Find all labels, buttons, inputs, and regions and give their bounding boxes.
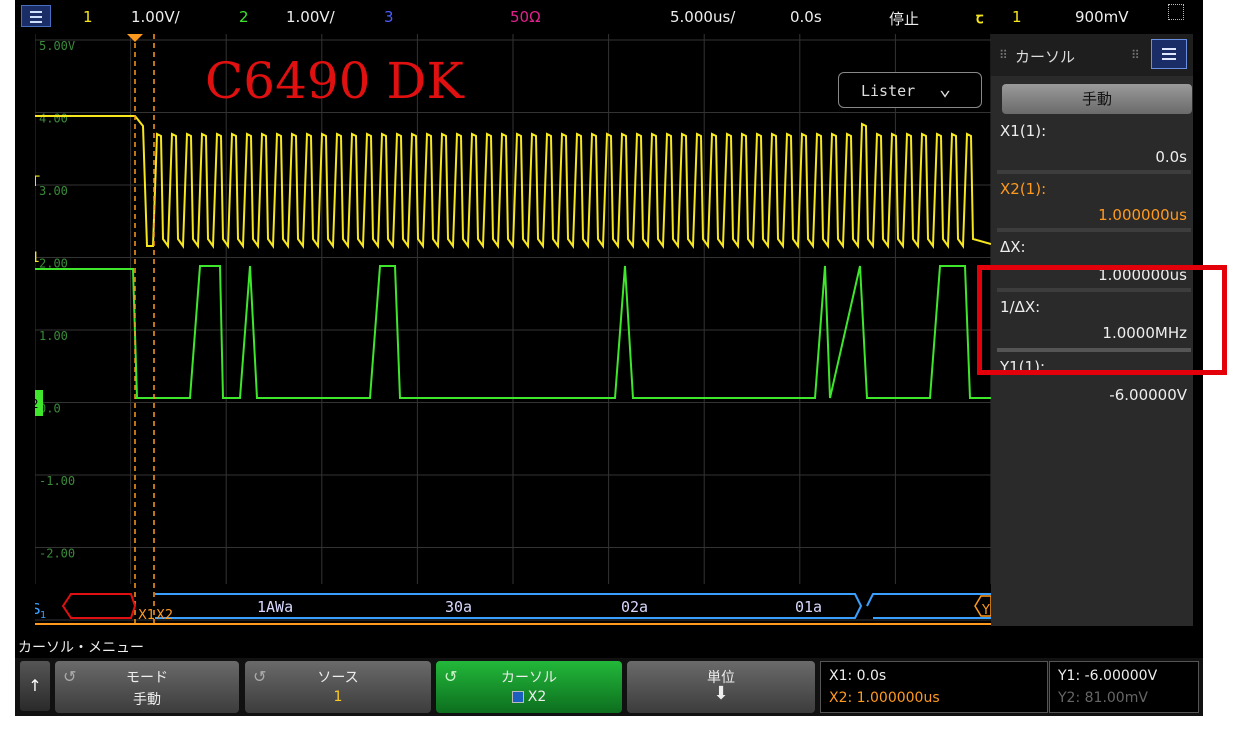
drag-grip-icon[interactable]: ⠿ bbox=[999, 48, 1008, 62]
mode-softkey-value: 手動 bbox=[133, 692, 161, 708]
y-axis-label: -2.00 bbox=[39, 547, 75, 561]
ch1-number[interactable]: 1 bbox=[83, 8, 93, 26]
serial-bus-marker-sub: 1 bbox=[40, 610, 46, 621]
lister-label: Lister bbox=[861, 82, 916, 100]
separator bbox=[997, 228, 1191, 232]
y-axis-label: 5.00V bbox=[39, 39, 75, 53]
ch1-ground-marker: 1 bbox=[35, 250, 40, 266]
y-axis-label: 3.00 bbox=[39, 184, 68, 198]
status-bar: 1 1.00V/ 2 1.00V/ 3 50Ω 5.000us/ 0.0s 停止… bbox=[15, 0, 1203, 34]
x2-value: 1.000000us bbox=[1098, 206, 1187, 224]
cursor-softkey-value: X2 bbox=[527, 689, 547, 705]
units-softkey[interactable]: 単位 ⬇ bbox=[627, 661, 815, 713]
bus-frame-error bbox=[61, 593, 137, 619]
ch2-ground-marker-label: 2 bbox=[35, 397, 39, 411]
separator bbox=[997, 170, 1191, 174]
menu-title-bar: カーソル・メニュー bbox=[15, 636, 1203, 658]
source-softkey-title: ソース bbox=[317, 670, 359, 686]
trigger-source[interactable]: 1 bbox=[1012, 8, 1022, 26]
mode-softkey[interactable]: ↺ モード 手動 bbox=[55, 661, 239, 713]
down-arrow-icon: ⬇ bbox=[713, 683, 729, 704]
cursor-softkey[interactable]: ↺ カーソル X2 bbox=[436, 661, 622, 713]
waveform-graticule: 5.00V4.003.002.001.000.0-1.00-2.00C6490 … bbox=[35, 34, 991, 626]
ch2-scale[interactable]: 1.00V/ bbox=[286, 8, 335, 26]
x2-readout: X2: 1.000000us bbox=[829, 690, 940, 706]
time-delay[interactable]: 0.0s bbox=[790, 8, 822, 26]
zoom-select-icon[interactable] bbox=[1168, 4, 1184, 20]
delta-x-label: ΔX: bbox=[1000, 238, 1026, 256]
impedance-label: 50Ω bbox=[510, 8, 541, 26]
highlight-box bbox=[977, 265, 1227, 375]
timebase-scale[interactable]: 5.000us/ bbox=[670, 8, 735, 26]
bus-value-label: 1AWa bbox=[257, 598, 293, 616]
menu-title: カーソル・メニュー bbox=[18, 640, 144, 656]
bus-value-label: 30a bbox=[445, 598, 472, 616]
y-axis-label: -1.00 bbox=[39, 474, 75, 488]
x1-label: X1(1): bbox=[1000, 122, 1047, 140]
bus-frame bbox=[866, 593, 991, 619]
ch2-number[interactable]: 2 bbox=[239, 8, 249, 26]
back-arrow-button[interactable]: ↑ bbox=[20, 661, 50, 711]
trigger-level[interactable]: 900mV bbox=[1075, 8, 1129, 26]
drag-grip-icon[interactable]: ⠿ bbox=[1131, 48, 1140, 62]
ch3-number[interactable]: 3 bbox=[384, 8, 394, 26]
cursor-softkey-value-wrap: X2 bbox=[436, 689, 622, 705]
chevron-down-icon: ⌄ bbox=[939, 76, 952, 100]
cursor-select-icon bbox=[511, 691, 524, 703]
softkey-bar: ↑ ↺ モード 手動 ↺ ソース 1 ↺ カーソル X2 単位 ⬇ X1: 0.… bbox=[15, 658, 1203, 716]
source-softkey[interactable]: ↺ ソース 1 bbox=[245, 661, 431, 713]
y1-cursor-tag: Y1 bbox=[981, 603, 991, 618]
x2-cursor-tag: X2 bbox=[156, 608, 173, 623]
main-menu-button[interactable] bbox=[21, 5, 51, 27]
x1-cursor-tag: X1 bbox=[138, 608, 155, 623]
y2-readout: Y2: 81.00mV bbox=[1058, 690, 1148, 706]
mode-softkey-title: モード bbox=[126, 670, 168, 686]
bus-value-label: 02a bbox=[621, 598, 648, 616]
y1-readout: Y1: -6.00000V bbox=[1058, 668, 1158, 684]
side-panel-title: カーソル bbox=[1015, 48, 1076, 66]
source-softkey-value: 1 bbox=[333, 689, 343, 705]
x1-value: 0.0s bbox=[1155, 148, 1187, 166]
bus-value-label: 01a bbox=[795, 598, 822, 616]
x2-label: X2(1): bbox=[1000, 180, 1047, 198]
y1-value: -6.00000V bbox=[1109, 386, 1187, 404]
trigger-position-marker bbox=[127, 34, 143, 42]
trigger-slope-icon: ꞇ bbox=[976, 9, 984, 27]
cursor-softkey-title: カーソル bbox=[501, 670, 557, 686]
waveform-display[interactable]: 5.00V 4.00 3.00 2.00 1.00 0.0 -1.00 -2.00 C6490 … bbox=[35, 34, 991, 626]
lister-button[interactable]: Lister ⌄ bbox=[838, 72, 982, 108]
y-axis-label: 1.00 bbox=[39, 329, 68, 343]
x1-readout: X1: 0.0s bbox=[829, 668, 887, 684]
cursor-mode-button[interactable]: 手動 bbox=[1002, 84, 1192, 114]
trigger-level-marker: T bbox=[35, 174, 40, 190]
y-axis-label: 4.00 bbox=[39, 112, 68, 126]
panel-menu-icon[interactable] bbox=[1151, 39, 1187, 69]
overlay-title: C6490 DK bbox=[205, 52, 465, 110]
side-panel-header: ⠿ カーソル ⠿ bbox=[991, 34, 1193, 76]
run-state[interactable]: 停止 bbox=[889, 8, 919, 29]
x-cursor-readout: X1: 0.0s X2: 1.000000us bbox=[820, 661, 1048, 713]
ch1-scale[interactable]: 1.00V/ bbox=[131, 8, 180, 26]
y-cursor-readout: Y1: -6.00000V Y2: 81.00mV bbox=[1049, 661, 1199, 713]
